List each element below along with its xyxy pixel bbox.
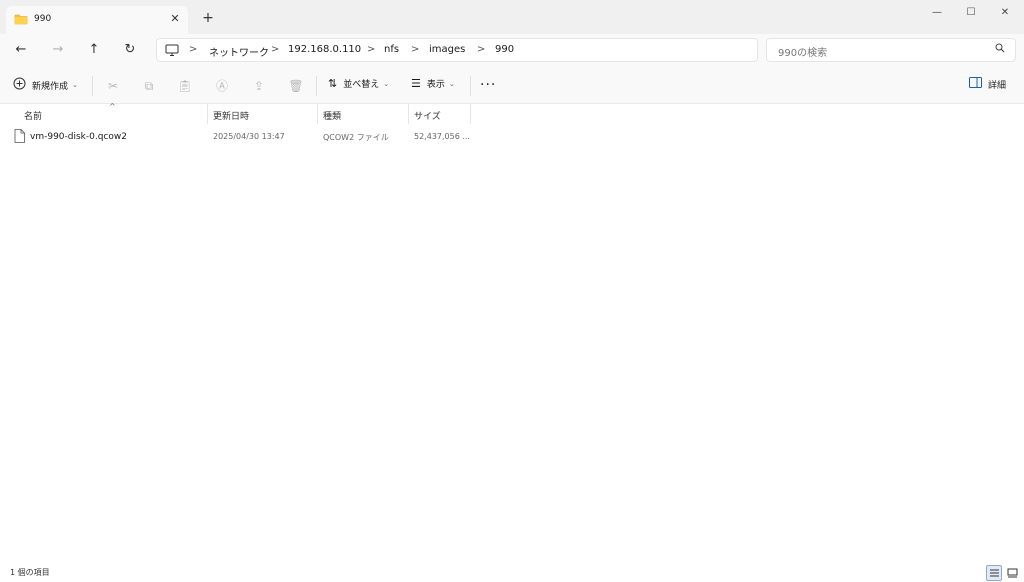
title-bar: 990 ✕ + — ☐ ✕ [0,0,1024,34]
column-divider[interactable] [317,104,318,124]
sort-button[interactable]: ⇅ 並べ替え ⌄ [328,77,389,90]
refresh-button[interactable]: ↻ [121,41,139,59]
file-type: QCOW2 ファイル [323,133,389,142]
window-close-button[interactable]: ✕ [990,4,1020,22]
forward-button[interactable]: → [49,41,67,59]
file-date: 2025/04/30 13:47 [213,132,285,141]
tiles-view-icon [1007,568,1017,578]
search-icon [995,43,1005,56]
column-divider[interactable] [408,104,409,124]
column-divider[interactable] [207,104,208,124]
sort-ascending-icon: ^ [109,102,116,111]
new-tab-button[interactable]: + [200,10,216,26]
maximize-button[interactable]: ☐ [956,4,986,22]
column-size[interactable]: サイズ [414,109,441,122]
details-label: 詳細 [988,80,1007,91]
column-header: ^ 名前 更新日時 種類 サイズ [0,102,1024,124]
sort-icon: ⇅ [328,77,338,90]
breadcrumb-images[interactable]: images [429,44,465,55]
command-bar: 新規作成 ⌄ ✂ ⧉ 📋︎ Ⓐ ⇪ 🗑︎ ⇅ 並べ替え ⌄ ☰ 表示 ⌄ ···… [0,66,1024,104]
view-button[interactable]: ☰ 表示 ⌄ [411,77,455,90]
more-options-icon[interactable]: ··· [480,77,496,93]
back-button[interactable]: ← [12,41,30,59]
search-box[interactable]: 990の検索 [766,38,1016,62]
breadcrumb-network[interactable]: ネットワーク [209,44,269,59]
breadcrumb-separator: > [411,44,420,55]
folder-icon [14,13,28,28]
sort-button-label: 並べ替え [343,80,380,90]
cut-icon[interactable]: ✂ [105,78,121,94]
share-icon[interactable]: ⇪ [251,78,267,94]
file-icon [14,129,25,146]
minimize-button[interactable]: — [922,4,952,22]
tab-close-icon[interactable]: ✕ [168,12,182,26]
new-button[interactable]: 新規作成 ⌄ [13,77,78,93]
tab-title: 990 [34,14,52,24]
view-button-label: 表示 [426,80,445,90]
column-name[interactable]: 名前 [24,109,42,122]
up-button[interactable]: ↑ [85,41,103,59]
breadcrumb-separator: > [189,44,198,55]
breadcrumb-host[interactable]: 192.168.0.110 [288,44,361,55]
tiles-view-button[interactable] [1004,565,1020,581]
chevron-down-icon: ⌄ [383,79,390,88]
delete-icon[interactable]: 🗑︎ [288,78,304,94]
breadcrumb-separator: > [367,44,376,55]
breadcrumb-990[interactable]: 990 [495,44,514,55]
breadcrumb-separator: > [477,44,486,55]
details-pane-button[interactable]: 詳細 [969,77,1006,91]
column-divider[interactable] [470,104,471,124]
rename-icon[interactable]: Ⓐ [214,78,230,94]
divider [470,76,471,96]
copy-icon[interactable]: ⧉ [141,78,157,94]
status-bar: 1 個の項目 [0,564,1024,582]
tab-990[interactable]: 990 ✕ [6,6,188,34]
chevron-down-icon: ⌄ [448,79,455,88]
column-date[interactable]: 更新日時 [213,109,249,122]
chevron-down-icon: ⌄ [72,81,78,89]
new-button-label: 新規作成 [32,81,69,92]
search-placeholder: 990の検索 [778,48,828,59]
details-view-button[interactable] [986,565,1002,581]
column-type[interactable]: 種類 [323,109,341,122]
plus-circle-icon [13,77,26,93]
paste-icon[interactable]: 📋︎ [177,78,193,94]
navigation-bar: ← → ↑ ↻ > ネットワーク > 192.168.0.110 > nfs >… [0,34,1024,66]
divider [316,76,317,96]
file-row[interactable]: vm-990-disk-0.qcow2 2025/04/30 13:47 QCO… [0,126,1024,148]
breadcrumb-nfs[interactable]: nfs [384,44,399,55]
file-size: 52,437,056 ... [414,132,470,141]
divider [92,76,93,96]
breadcrumb-separator: > [271,44,280,55]
details-pane-icon [969,77,982,91]
details-view-icon [989,569,999,577]
computer-icon [165,44,179,60]
address-bar[interactable]: > ネットワーク > 192.168.0.110 > nfs > images … [156,38,758,62]
view-list-icon: ☰ [411,77,421,90]
item-count: 1 個の項目 [10,568,50,577]
file-name: vm-990-disk-0.qcow2 [30,132,127,142]
